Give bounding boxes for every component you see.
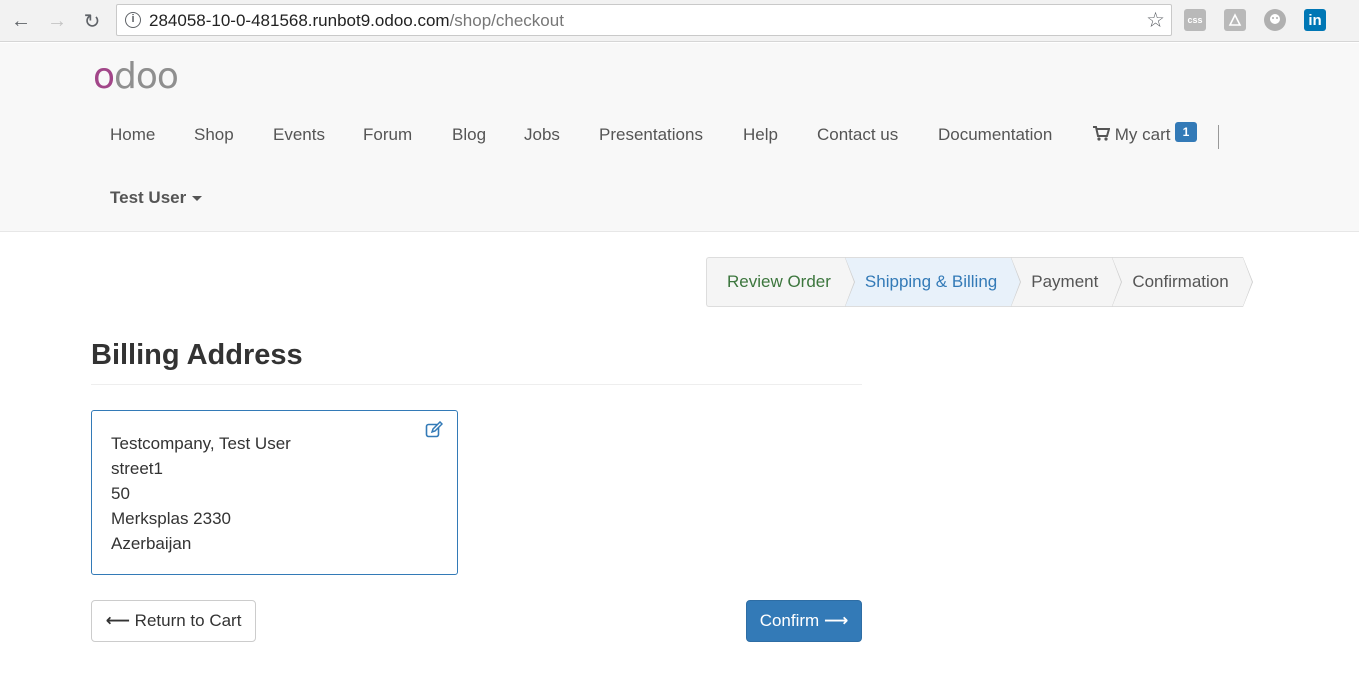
site-header: odoo Home Shop Events Forum Blog Jobs Pr… xyxy=(0,43,1359,232)
browser-toolbar: ← → ↻ i 284058-10-0-481568.runbot9.odoo.… xyxy=(0,0,1359,42)
menu-blog[interactable]: Blog xyxy=(452,125,486,145)
menu-contact-us[interactable]: Contact us xyxy=(817,125,898,145)
info-icon[interactable]: i xyxy=(125,12,141,28)
step-review-order[interactable]: Review Order xyxy=(706,257,855,307)
address-bar[interactable]: i 284058-10-0-481568.runbot9.odoo.com/sh… xyxy=(116,4,1172,36)
arrow-right-icon: ⟶ xyxy=(823,611,849,630)
arrow-left-icon: ⟵ xyxy=(105,611,130,630)
address-number: 50 xyxy=(111,484,130,503)
billing-address-title: Billing Address xyxy=(91,339,303,371)
css-icon[interactable]: css xyxy=(1184,9,1206,31)
step-payment: Payment xyxy=(1011,257,1123,307)
nav-divider xyxy=(1218,125,1219,149)
forward-arrow-icon[interactable]: → xyxy=(44,8,70,34)
cart-label: My cart xyxy=(1114,125,1171,144)
step-confirmation: Confirmation xyxy=(1112,257,1254,307)
linkedin-icon[interactable]: in xyxy=(1304,9,1326,31)
odoo-logo[interactable]: odoo xyxy=(93,56,179,97)
menu-shop[interactable]: Shop xyxy=(194,125,234,145)
menu-events[interactable]: Events xyxy=(273,125,325,145)
return-to-cart-button[interactable]: ⟵ Return to Cart xyxy=(91,600,256,642)
checkout-progress: Review Order Shipping & Billing Payment … xyxy=(706,257,1254,307)
back-arrow-icon[interactable]: ← xyxy=(8,8,34,34)
menu-help[interactable]: Help xyxy=(743,125,778,145)
confirm-label: Confirm xyxy=(759,611,820,630)
menu-jobs[interactable]: Jobs xyxy=(524,125,560,145)
pdf-icon[interactable] xyxy=(1224,9,1246,31)
menu-home[interactable]: Home xyxy=(110,125,155,145)
linkedin-label: in xyxy=(1308,11,1322,29)
bookmark-star-icon[interactable]: ☆ xyxy=(1146,8,1165,33)
user-name: Test User xyxy=(110,188,187,207)
confirm-button[interactable]: Confirm ⟶ xyxy=(746,600,862,642)
menu-forum[interactable]: Forum xyxy=(363,125,412,145)
caret-down-icon xyxy=(192,196,203,202)
divider xyxy=(91,384,862,385)
address-lines: Testcompany, Test User street1 50 Merksp… xyxy=(111,431,291,556)
address-country: Azerbaijan xyxy=(111,534,192,553)
step-shipping-billing: Shipping & Billing xyxy=(844,257,1022,307)
menu-presentations[interactable]: Presentations xyxy=(599,125,703,145)
url-host: 284058-10-0-481568.runbot9.odoo.com xyxy=(149,11,450,30)
url-path: /shop/checkout xyxy=(449,11,564,30)
edit-icon[interactable] xyxy=(425,421,443,439)
cart-count-badge: 1 xyxy=(1175,122,1197,142)
menu-documentation[interactable]: Documentation xyxy=(938,125,1052,145)
return-to-cart-label: Return to Cart xyxy=(134,611,242,630)
address-name: Testcompany, Test User xyxy=(111,434,291,453)
ghost-icon[interactable] xyxy=(1264,9,1286,31)
billing-address-card: Testcompany, Test User street1 50 Merksp… xyxy=(91,410,458,575)
my-cart-link[interactable]: My cart xyxy=(1093,125,1170,145)
reload-icon[interactable]: ↻ xyxy=(79,8,105,34)
user-menu-dropdown[interactable]: Test User xyxy=(110,188,203,208)
cart-icon xyxy=(1093,126,1111,141)
address-street: street1 xyxy=(111,459,163,478)
address-city-zip: Merksplas 2330 xyxy=(111,509,232,528)
address-url[interactable]: 284058-10-0-481568.runbot9.odoo.com/shop… xyxy=(149,11,564,31)
